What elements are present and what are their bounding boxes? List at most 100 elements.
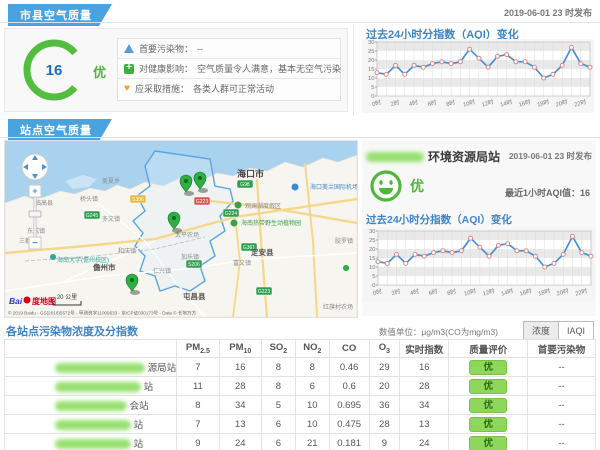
value-cell: 24 bbox=[219, 434, 261, 450]
table-title: 各站点污染物浓度及分指数 bbox=[6, 323, 138, 339]
value-cell: 16 bbox=[219, 358, 261, 377]
rating-badge: 优 bbox=[469, 379, 507, 394]
svg-text:Bai: Bai bbox=[9, 296, 23, 306]
university-poi-icon bbox=[50, 254, 56, 260]
svg-text:4时: 4时 bbox=[409, 287, 420, 297]
rating-badge: 优 bbox=[469, 417, 507, 432]
station-panel: 环境资源局站 2019-06-01 23 时发布 优 最近1小时AQI值：16 … bbox=[362, 140, 596, 316]
baidu-map[interactable]: G98S306G223G224G245S206G361G223海口市儋州市定安县… bbox=[4, 140, 358, 318]
value-cell: 7 bbox=[177, 358, 220, 377]
info-label: 首要污染物： bbox=[139, 42, 193, 55]
col-header: 首要污染物 bbox=[528, 340, 596, 358]
redacted-station-name bbox=[55, 420, 131, 430]
svg-text:30: 30 bbox=[368, 40, 374, 46]
road-badge: S206 bbox=[186, 260, 202, 268]
svg-text:30: 30 bbox=[369, 229, 375, 235]
map-label: 屯昌县 bbox=[183, 291, 206, 301]
toggle-IAQI[interactable]: IAQI bbox=[559, 321, 594, 340]
value-cell: 8 bbox=[261, 358, 295, 377]
rating-cell: 优 bbox=[449, 396, 528, 415]
station-name-cell: 源局站 bbox=[5, 358, 177, 377]
map-label: 和庆镇 bbox=[118, 247, 136, 255]
value-cell: 11 bbox=[177, 377, 220, 396]
rating-badge: 优 bbox=[469, 398, 507, 413]
table-row: 站7136100.4752813优-- bbox=[5, 415, 596, 434]
value-cell: 0.46 bbox=[329, 358, 369, 377]
map-label: 海口市 bbox=[237, 168, 264, 179]
svg-text:5: 5 bbox=[371, 85, 374, 91]
col-header: PM10 bbox=[219, 340, 261, 358]
road-badge: G245 bbox=[84, 211, 100, 219]
primary-pollutant-cell: -- bbox=[528, 434, 596, 450]
table-row: 源局站716880.462916优-- bbox=[5, 358, 596, 377]
table-body: 源局站716880.462916优-- 站1128860.62028优-- 会站… bbox=[5, 358, 596, 450]
divider bbox=[0, 137, 600, 138]
svg-text:G223: G223 bbox=[196, 199, 208, 205]
zoom-handle[interactable] bbox=[29, 211, 41, 217]
redacted-station-name bbox=[55, 363, 145, 373]
primary-pollutant-cell: -- bbox=[528, 415, 596, 434]
station-dot[interactable] bbox=[343, 265, 350, 272]
info-row: ♥应采取措施：各类人群可正常活动 bbox=[118, 79, 340, 98]
col-header: SO2 bbox=[261, 340, 295, 358]
svg-text:8时: 8时 bbox=[445, 98, 456, 108]
latest-aqi-value: 16 bbox=[580, 188, 590, 198]
col-header: CO bbox=[329, 340, 369, 358]
station-name-cell: 会站 bbox=[5, 396, 177, 415]
aqi-value: 16 bbox=[46, 62, 63, 79]
map-label: 红旗村农场 bbox=[323, 303, 353, 311]
redacted-station-name bbox=[55, 439, 131, 449]
plus-icon bbox=[124, 64, 134, 74]
map-label: 观澜湖度假区 bbox=[245, 202, 281, 210]
redacted-station-name bbox=[55, 401, 127, 411]
rating-cell: 优 bbox=[449, 377, 528, 396]
value-cell: 28 bbox=[369, 415, 400, 434]
aqi-level: 优 bbox=[93, 62, 106, 81]
col-header bbox=[5, 340, 177, 358]
svg-text:5: 5 bbox=[372, 274, 375, 280]
col-header: O3 bbox=[369, 340, 400, 358]
info-label: 对健康影响： bbox=[139, 62, 193, 75]
station-aqi-chart: 0510152025300时2时4时6时8时10时12时14时16时18时20时… bbox=[363, 228, 595, 302]
svg-text:20: 20 bbox=[369, 247, 375, 253]
baidu-logo[interactable]: Bai度地图 bbox=[9, 296, 56, 306]
redacted-station-name bbox=[366, 152, 424, 162]
rating-badge: 优 bbox=[469, 436, 507, 450]
map-label: 胶罗镇 bbox=[335, 237, 353, 245]
road-badge: G224 bbox=[223, 209, 239, 217]
value-cell: 29 bbox=[369, 358, 400, 377]
value-cell: 20 bbox=[369, 377, 400, 396]
table-row: 站1128860.62028优-- bbox=[5, 377, 596, 396]
svg-text:16时: 16时 bbox=[518, 98, 532, 109]
svg-text:10: 10 bbox=[368, 76, 374, 82]
map-label: 桥头镇 bbox=[80, 195, 98, 203]
station-aqi-level: 优 bbox=[410, 176, 424, 196]
road-badge: G223 bbox=[256, 287, 272, 295]
station-name-suffix: 站 bbox=[131, 439, 143, 450]
info-label: 应采取措施： bbox=[135, 82, 189, 95]
pollutant-table: PM2.5PM10SO2NO2COO3实时指数质量评价首要污染物 源局站7168… bbox=[4, 339, 596, 450]
station-name-cell: 站 bbox=[5, 434, 177, 450]
resort-poi-icon bbox=[235, 202, 242, 209]
rating-badge: 优 bbox=[469, 360, 507, 375]
station-name-suffix: 源局站 bbox=[145, 363, 176, 374]
svg-text:12时: 12时 bbox=[482, 287, 496, 298]
air-quality-dashboard: 市县空气质量 2019-06-01 23 时发布 16 优 首要污染物：--对健… bbox=[0, 0, 600, 450]
road-badge: G98 bbox=[237, 180, 253, 188]
svg-text:20 公里: 20 公里 bbox=[57, 294, 77, 301]
station-name-suffix: 会站 bbox=[127, 401, 149, 412]
value-cell: 34 bbox=[219, 396, 261, 415]
map-pan-control[interactable] bbox=[22, 154, 48, 180]
svg-text:10时: 10时 bbox=[463, 287, 477, 298]
svg-text:2时: 2时 bbox=[390, 98, 401, 108]
toggle-浓度[interactable]: 浓度 bbox=[523, 321, 559, 340]
svg-text:8时: 8时 bbox=[446, 287, 457, 297]
value-cell: 10 bbox=[295, 415, 329, 434]
value-cell: 36 bbox=[369, 396, 400, 415]
value-cell: 10 bbox=[295, 396, 329, 415]
svg-text:4时: 4时 bbox=[408, 98, 419, 108]
value-cell: 8 bbox=[295, 358, 329, 377]
info-value: 空气质量令人满意，基本无空气污染 bbox=[197, 62, 341, 75]
map-zoom-slider[interactable]: +− bbox=[29, 185, 41, 249]
aqi-info-box: 首要污染物：--对健康影响：空气质量令人满意，基本无空气污染♥应采取措施：各类人… bbox=[117, 38, 341, 101]
